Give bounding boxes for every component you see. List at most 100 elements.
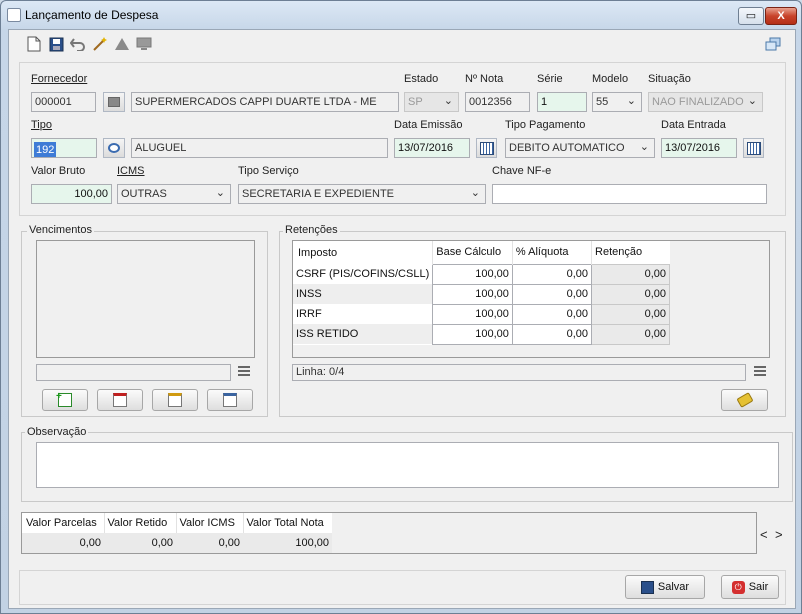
estado-label: Estado [404,73,439,85]
calendar-icon [479,141,494,155]
fornecedor-search-button[interactable] [103,92,125,112]
vencimentos-title: Vencimentos [27,224,94,236]
data-entrada-label: Data Entrada [661,119,726,131]
data-emissao-field[interactable]: 13/07/2016 [394,138,470,158]
tipo-pagamento-select[interactable]: DEBITO AUTOMATICO ⌄ [505,138,655,158]
remove-icon [113,393,127,407]
vencimentos-list[interactable] [36,240,255,358]
serie-field[interactable]: 1 [537,92,587,112]
imposto-cell: CSRF (PIS/COFINS/CSLL) [293,264,433,284]
valor-retido-value: 0,00 [151,537,173,549]
aliquota-cell[interactable]: 0,00 [511,263,593,285]
col-retencao[interactable]: Retenção [592,241,670,264]
tipo-pagamento-label: Tipo Pagamento [505,119,586,131]
estado-select[interactable]: SP ⌄ [404,92,459,112]
minimize-button[interactable]: ▭ [738,7,764,25]
chevron-down-icon: ⌄ [470,187,480,199]
save-icon[interactable] [47,35,65,53]
undo-icon[interactable] [69,35,87,53]
valor-bruto-field[interactable]: 100,00 [31,184,112,204]
clear-icon [223,393,237,407]
calendar-emissao-button[interactable] [476,138,497,158]
chevron-down-icon: ⌄ [443,95,453,107]
retencao-cell: 0,00 [591,303,670,325]
base-cell[interactable]: 100,00 [432,303,513,325]
table-row[interactable]: IRRF 100,00 0,00 0,00 [293,303,670,325]
imposto-cell: INSS [293,284,433,304]
icms-label: ICMS [117,165,145,177]
valor-icms-value: 0,00 [218,537,240,549]
totals-panel: Valor Parcelas Valor Retido Valor ICMS V… [21,512,757,554]
col-imposto[interactable]: Imposto [293,241,434,264]
valor-parcelas-value: 0,00 [79,537,101,549]
situacao-select[interactable]: NAO FINALIZADO ⌄ [648,92,763,112]
chave-nfe-label: Chave NF-e [492,165,552,177]
monitor-icon[interactable] [135,35,153,53]
add-icon: + [56,391,72,407]
edit-parcela-button[interactable] [152,389,198,411]
observacao-textarea[interactable] [36,442,779,488]
warning-icon[interactable] [113,35,131,53]
col-valor-icms: Valor ICMS [176,513,244,533]
data-entrada-field[interactable]: 13/07/2016 [661,138,737,158]
aliquota-cell[interactable]: 0,00 [511,283,593,305]
totals-table: Valor Parcelas Valor Retido Valor ICMS V… [22,513,332,553]
save-icon [640,580,654,594]
search-icon [108,143,120,153]
chevron-down-icon: ⌄ [639,141,649,153]
menu-icon[interactable] [754,366,766,376]
fornecedor-code-field[interactable]: 000001 [31,92,96,112]
close-button[interactable]: X [765,7,797,25]
table-row[interactable]: CSRF (PIS/COFINS/CSLL) 100,00 0,00 0,00 [293,263,670,285]
modelo-select[interactable]: 55 ⌄ [592,92,642,112]
clear-parcelas-button[interactable] [207,389,253,411]
prev-icon[interactable]: < [760,527,768,542]
tipo-code-field[interactable]: 192 [31,138,97,158]
power-icon: ⏻ [731,580,745,594]
window-title: Lançamento de Despesa [25,8,159,22]
table-row[interactable]: ISS RETIDO 100,00 0,00 0,00 [293,323,670,345]
col-valor-parcelas: Valor Parcelas [22,513,105,533]
main-content: Fornecedor 000001 SUPERMERCADOS CAPPI DU… [8,29,796,609]
aliquota-cell[interactable]: 0,00 [511,303,593,325]
valor-bruto-label: Valor Bruto [31,165,86,177]
table-row[interactable]: INSS 100,00 0,00 0,00 [293,283,670,305]
magic-wand-icon[interactable] [91,35,109,53]
imposto-cell: ISS RETIDO [293,324,433,344]
window: Lançamento de Despesa ▭ X Fornecedor 000… [0,0,802,614]
modelo-label: Modelo [592,73,629,85]
save-button[interactable]: Salvar [625,575,705,599]
retencoes-table-container: Imposto Base Cálculo % Alíquota Retenção… [292,240,770,358]
next-icon[interactable]: > [775,527,783,542]
retencoes-table: Imposto Base Cálculo % Alíquota Retenção… [293,241,670,345]
title-bar: Lançamento de Despesa ▭ X [1,1,801,29]
exit-button[interactable]: ⏻ Sair [721,575,779,599]
new-document-icon[interactable] [25,35,43,53]
fornecedor-name-field: SUPERMERCADOS CAPPI DUARTE LTDA - ME [131,92,399,112]
base-cell[interactable]: 100,00 [432,283,513,305]
remove-parcela-button[interactable] [97,389,143,411]
chave-nfe-field[interactable] [492,184,767,204]
situacao-label: Situação [648,73,691,85]
imposto-cell: IRRF [293,304,433,324]
col-valor-total: Valor Total Nota [246,517,324,529]
col-base[interactable]: Base Cálculo [432,241,513,264]
windows-icon[interactable] [764,35,782,53]
tipo-servico-select[interactable]: SECRETARIA E EXPEDIENTE ⌄ [238,184,486,204]
aliquota-cell[interactable]: 0,00 [511,323,593,345]
calendar-entrada-button[interactable] [743,138,764,158]
search-icon [108,97,120,107]
add-parcela-button[interactable]: + [42,389,88,411]
nota-label: Nº Nota [465,73,504,85]
col-aliquota[interactable]: % Alíquota [512,241,593,264]
tipo-search-button[interactable] [103,138,125,158]
broom-icon [735,392,754,408]
clear-retencoes-button[interactable] [721,389,768,411]
retencoes-title: Retenções [283,224,340,236]
nota-field[interactable]: 0012356 [465,92,530,112]
icms-select[interactable]: OUTRAS ⌄ [117,184,231,204]
base-cell[interactable]: 100,00 [432,323,513,345]
base-cell[interactable]: 100,00 [432,263,513,285]
menu-icon[interactable] [238,366,250,376]
tipo-label: Tipo [31,119,52,131]
